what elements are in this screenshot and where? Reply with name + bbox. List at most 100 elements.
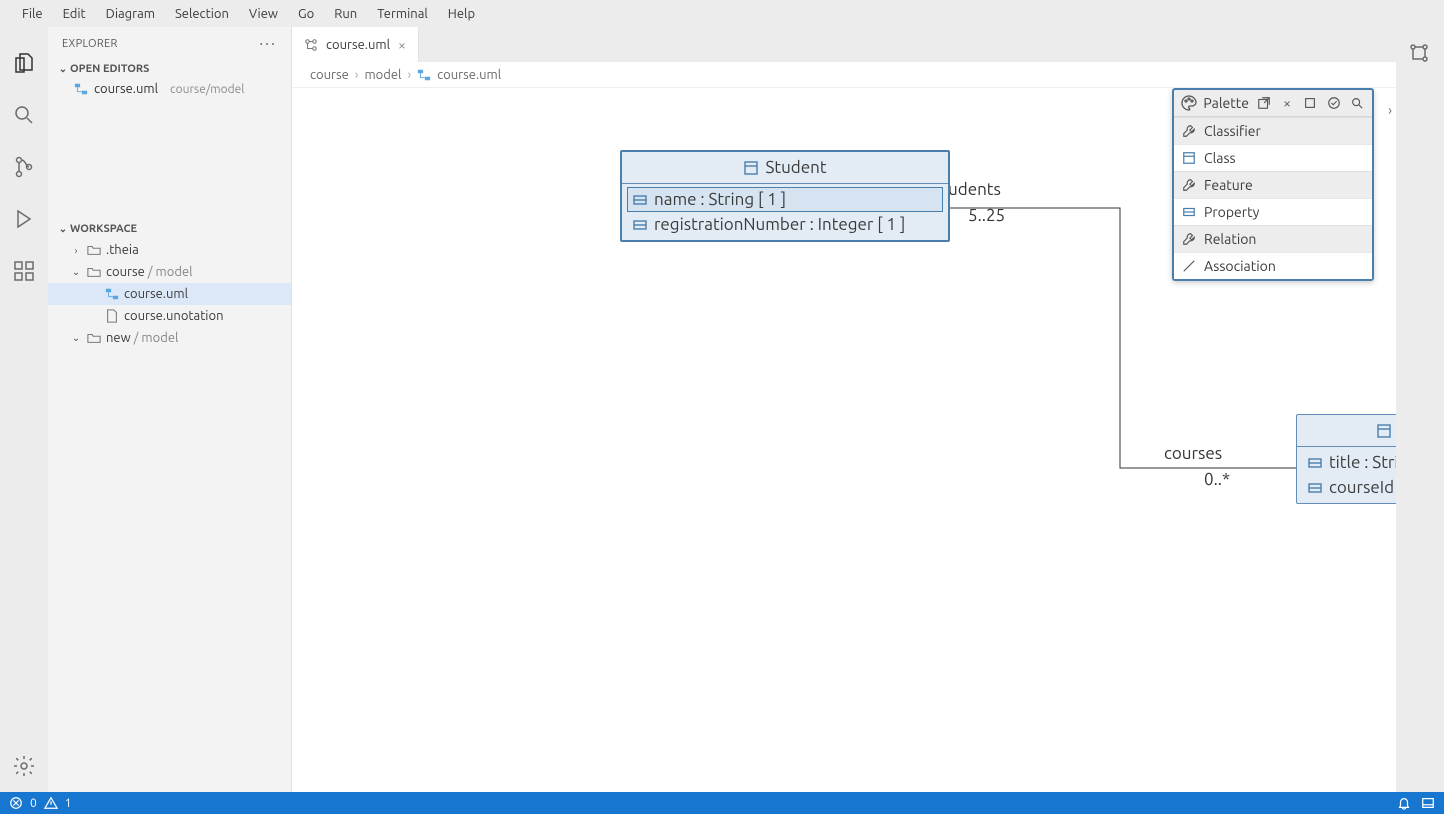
- diagram-canvas[interactable]: students 5..25 courses 0..* Student name…: [292, 88, 1396, 792]
- breadcrumb-item[interactable]: course: [310, 68, 349, 82]
- uml-class-student[interactable]: Student name : String [ 1 ] registration…: [620, 150, 950, 242]
- scm-icon[interactable]: [10, 153, 38, 181]
- explorer-more-icon[interactable]: ···: [259, 35, 277, 53]
- run-icon[interactable]: [10, 205, 38, 233]
- chevron-right-icon: ›: [407, 68, 411, 82]
- class-icon: [743, 160, 759, 176]
- class-name[interactable]: Student: [765, 158, 826, 177]
- menu-diagram[interactable]: Diagram: [96, 3, 165, 25]
- tree-folder-course-model[interactable]: ⌄ course / model: [48, 261, 291, 283]
- palette[interactable]: Palette × Classifier Class: [1172, 88, 1374, 281]
- assoc-role-courses[interactable]: courses: [1164, 444, 1222, 463]
- tree-label: .theia: [106, 243, 139, 257]
- property-icon: [632, 192, 648, 208]
- chevron-down-icon: ⌄: [70, 332, 82, 344]
- folder-icon: [86, 242, 102, 258]
- menu-run[interactable]: Run: [324, 3, 367, 25]
- folder-icon: [86, 264, 102, 280]
- settings-gear-icon[interactable]: [10, 752, 38, 780]
- editor-area: course.uml × course › model › course.uml…: [292, 27, 1396, 792]
- attr-student-name[interactable]: name : String [ 1 ]: [628, 188, 942, 211]
- breadcrumb-item[interactable]: course.uml: [437, 68, 501, 82]
- breadcrumb-item[interactable]: model: [364, 68, 401, 82]
- menu-help[interactable]: Help: [438, 3, 485, 25]
- property-icon: [632, 217, 648, 233]
- palette-category-feature[interactable]: Feature: [1174, 171, 1372, 198]
- menu-terminal[interactable]: Terminal: [367, 3, 438, 25]
- attr-course-id[interactable]: courseId : Integer [ 1 ]: [1303, 476, 1396, 499]
- menu-selection[interactable]: Selection: [165, 3, 239, 25]
- palette-item-class[interactable]: Class: [1174, 144, 1372, 171]
- attr-student-regnum[interactable]: registrationNumber : Integer [ 1 ]: [628, 213, 942, 236]
- warning-icon: [43, 795, 59, 811]
- chevron-right-icon: ›: [70, 245, 82, 256]
- palette-title: Palette: [1203, 95, 1249, 111]
- explorer-title: EXPLORER: [62, 38, 118, 50]
- property-icon: [1182, 205, 1196, 219]
- diagram-icon: [304, 38, 318, 52]
- palette-fit-icon[interactable]: [1302, 94, 1319, 112]
- uml-file-icon: [104, 286, 120, 302]
- menu-edit[interactable]: Edit: [53, 3, 96, 25]
- menu-go[interactable]: Go: [288, 3, 324, 25]
- wrench-icon: [1182, 232, 1196, 246]
- property-icon: [1307, 480, 1323, 496]
- explorer-sidebar: EXPLORER ··· ⌄ OPEN EDITORS course.uml c…: [48, 27, 292, 792]
- assoc-mult-courses[interactable]: 0..*: [1204, 470, 1230, 489]
- chevron-down-icon: ⌄: [56, 63, 70, 75]
- status-problems[interactable]: 0 1: [8, 795, 72, 811]
- chevron-right-icon[interactable]: ›: [1388, 102, 1392, 118]
- menu-file[interactable]: File: [12, 3, 53, 25]
- palette-category-relation[interactable]: Relation: [1174, 225, 1372, 252]
- class-icon: [1182, 151, 1196, 165]
- attr-course-title[interactable]: title : String [ 1 ]: [1303, 451, 1396, 474]
- tree-file-course-unotation[interactable]: course.unotation: [48, 305, 291, 327]
- uml-file-icon: [417, 68, 431, 82]
- uml-file-icon: [74, 82, 88, 96]
- tree-label: course / model: [106, 265, 193, 279]
- activity-bar: [0, 27, 48, 792]
- explorer-icon[interactable]: [10, 49, 38, 77]
- menu-bar: File Edit Diagram Selection View Go Run …: [0, 0, 1444, 27]
- tree-label: course.unotation: [124, 309, 224, 323]
- search-icon[interactable]: [10, 101, 38, 129]
- palette-external-icon[interactable]: [1255, 94, 1272, 112]
- palette-icon: [1180, 94, 1197, 112]
- close-icon[interactable]: ×: [398, 37, 406, 53]
- open-editors-header[interactable]: ⌄ OPEN EDITORS: [48, 59, 291, 79]
- folder-icon: [86, 330, 102, 346]
- palette-validate-icon[interactable]: [1325, 94, 1342, 112]
- palette-category-classifier[interactable]: Classifier: [1174, 117, 1372, 144]
- palette-close-icon[interactable]: ×: [1278, 94, 1295, 112]
- tree-folder-new-model[interactable]: ⌄ new / model: [48, 327, 291, 349]
- tree-file-course-uml[interactable]: course.uml: [48, 283, 291, 305]
- breadcrumb: course › model › course.uml: [292, 62, 1396, 88]
- extensions-icon[interactable]: [10, 257, 38, 285]
- palette-item-association[interactable]: Association: [1174, 252, 1372, 279]
- tab-label: course.uml: [326, 38, 390, 52]
- error-icon: [8, 795, 24, 811]
- tree-label: course.uml: [124, 287, 188, 301]
- tree-label: new / model: [106, 331, 178, 345]
- chevron-right-icon: ›: [355, 68, 359, 82]
- menu-view[interactable]: View: [239, 3, 288, 25]
- class-icon: [1376, 423, 1392, 439]
- palette-search-icon[interactable]: [1349, 94, 1366, 112]
- layout-icon[interactable]: [1420, 795, 1436, 811]
- open-editor-name: course.uml: [94, 82, 158, 96]
- bell-icon[interactable]: [1396, 795, 1412, 811]
- workspace-tree: › .theia ⌄ course / model course.uml cou…: [48, 239, 291, 349]
- assoc-mult-students[interactable]: 5..25: [968, 206, 1005, 225]
- outline-icon[interactable]: [1407, 41, 1433, 67]
- open-editor-item[interactable]: course.uml course/model: [48, 79, 291, 99]
- chevron-down-icon: ⌄: [56, 223, 70, 235]
- uml-class-course[interactable]: Course title : String [ 1 ] courseId : I…: [1296, 414, 1396, 504]
- workspace-header[interactable]: ⌄ WORKSPACE: [48, 219, 291, 239]
- wrench-icon: [1182, 178, 1196, 192]
- tab-course-uml[interactable]: course.uml ×: [292, 27, 419, 62]
- tree-folder-theia[interactable]: › .theia: [48, 239, 291, 261]
- palette-item-property[interactable]: Property: [1174, 198, 1372, 225]
- property-icon: [1307, 455, 1323, 471]
- right-activity-bar: [1396, 27, 1444, 792]
- tab-bar: course.uml ×: [292, 27, 1396, 62]
